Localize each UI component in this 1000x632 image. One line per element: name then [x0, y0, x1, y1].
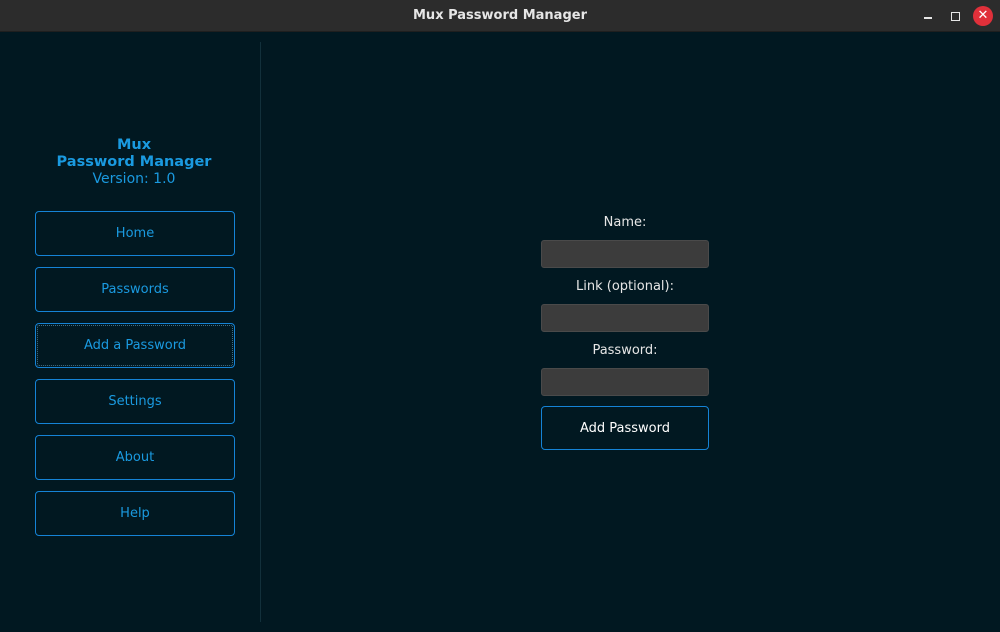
name-label: Name: [603, 215, 647, 230]
nav-settings-button[interactable]: Settings [35, 379, 235, 424]
window-title: Mux Password Manager [413, 8, 587, 23]
nav-passwords-button[interactable]: Passwords [35, 267, 235, 312]
maximize-button[interactable] [945, 6, 965, 26]
nav-about-button[interactable]: About [35, 435, 235, 480]
close-button[interactable]: ✕ [973, 6, 993, 26]
version-label: Version: 1.0 [92, 171, 176, 187]
link-input[interactable] [541, 304, 709, 332]
nav-home-button[interactable]: Home [35, 211, 235, 256]
sidebar-divider [260, 42, 261, 622]
brand-title-line1: Mux [116, 137, 152, 153]
minimize-icon [924, 17, 932, 19]
password-label: Password: [592, 343, 658, 358]
brand-title-line2: Password Manager [56, 154, 212, 170]
sidebar: Mux Password Manager Version: 1.0 Home P… [0, 32, 261, 622]
nav-help-button[interactable]: Help [35, 491, 235, 536]
minimize-button[interactable] [918, 6, 938, 26]
main-window: Mux Password Manager Version: 1.0 Home P… [0, 32, 1000, 632]
maximize-icon [950, 11, 960, 21]
title-bar: Mux Password Manager ✕ [0, 0, 1000, 32]
name-input[interactable] [541, 240, 709, 268]
link-label: Link (optional): [576, 279, 674, 294]
add-password-button[interactable]: Add Password [541, 406, 709, 450]
nav-add-password-button[interactable]: Add a Password [35, 323, 235, 368]
password-input[interactable] [541, 368, 709, 396]
brand: Mux Password Manager Version: 1.0 [0, 137, 268, 188]
close-icon: ✕ [977, 8, 989, 23]
